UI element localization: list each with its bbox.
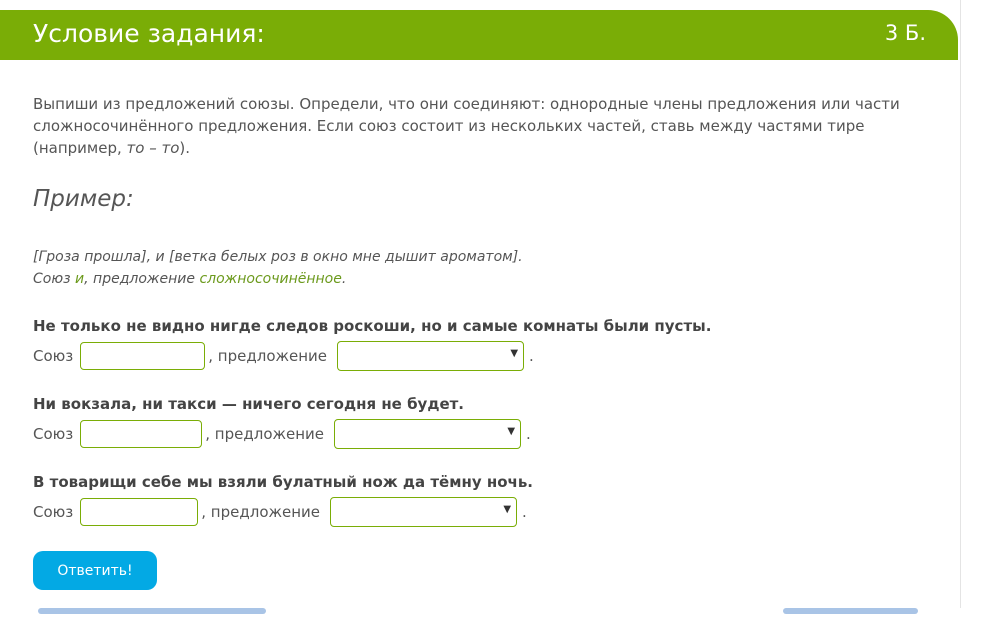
- sentence-type-select[interactable]: ▼: [334, 419, 522, 449]
- sentence-type-label: , предложение: [208, 347, 328, 365]
- example-conjunction: и: [75, 271, 85, 287]
- sentence-type-label: , предложение: [201, 503, 321, 521]
- union-input[interactable]: [80, 342, 206, 370]
- example-answer-end: .: [341, 271, 347, 287]
- question-sentence: В товарищи себе мы взяли булатный нож да…: [33, 473, 534, 491]
- union-input[interactable]: [80, 420, 203, 448]
- union-input[interactable]: [80, 498, 199, 526]
- submit-answer-button[interactable]: Ответить!: [33, 551, 157, 590]
- union-label: Союз: [33, 347, 74, 365]
- question-sentence: Не только не видно нигде следов роскоши,…: [33, 317, 712, 335]
- question-end: .: [526, 425, 531, 443]
- example-answer-prefix: Союз: [33, 271, 76, 287]
- chevron-down-icon: ▼: [510, 348, 519, 359]
- question-end: .: [529, 347, 534, 365]
- task-points: 3 Б.: [884, 21, 926, 45]
- task-header: Условие задания: 3 Б.: [0, 10, 958, 60]
- example-answer: Союз и, предложение сложносочинённое.: [33, 268, 523, 290]
- union-label: Союз: [33, 425, 74, 443]
- question-sentence: Ни вокзала, ни такси — ничего сегодня не…: [33, 395, 465, 413]
- bottom-shadow-left: [38, 608, 266, 614]
- question-1: Не только не видно нигде следов роскоши,…: [33, 316, 711, 372]
- example-sentence: [Гроза прошла], и [ветка белых роз в окн…: [33, 249, 523, 265]
- chevron-down-icon: ▼: [503, 504, 512, 515]
- chevron-down-icon: ▼: [507, 426, 516, 437]
- example-heading: Пример:: [33, 186, 134, 212]
- task-header-title: Условие задания:: [33, 19, 265, 48]
- instructions-example-word: то – то: [126, 139, 180, 157]
- task-card: Условие задания: 3 Б. Выпиши из предложе…: [0, 0, 961, 614]
- sentence-type-select[interactable]: ▼: [337, 341, 525, 371]
- sentence-type-select[interactable]: ▼: [330, 497, 518, 527]
- instructions-end: ).: [179, 139, 191, 157]
- question-end: .: [522, 503, 527, 521]
- question-3: В товарищи себе мы взяли булатный нож да…: [33, 472, 533, 528]
- example-block: [Гроза прошла], и [ветка белых роз в окн…: [33, 246, 523, 290]
- example-sentence-type: сложносочинённое: [199, 271, 342, 287]
- bottom-shadow-right: [783, 608, 918, 614]
- task-instructions: Выпиши из предложений союзы. Определи, ч…: [33, 93, 913, 159]
- question-2: Ни вокзала, ни такси — ничего сегодня не…: [33, 394, 531, 450]
- sentence-type-label: , предложение: [205, 425, 325, 443]
- union-label: Союз: [33, 503, 74, 521]
- example-answer-middle: , предложение: [84, 271, 200, 287]
